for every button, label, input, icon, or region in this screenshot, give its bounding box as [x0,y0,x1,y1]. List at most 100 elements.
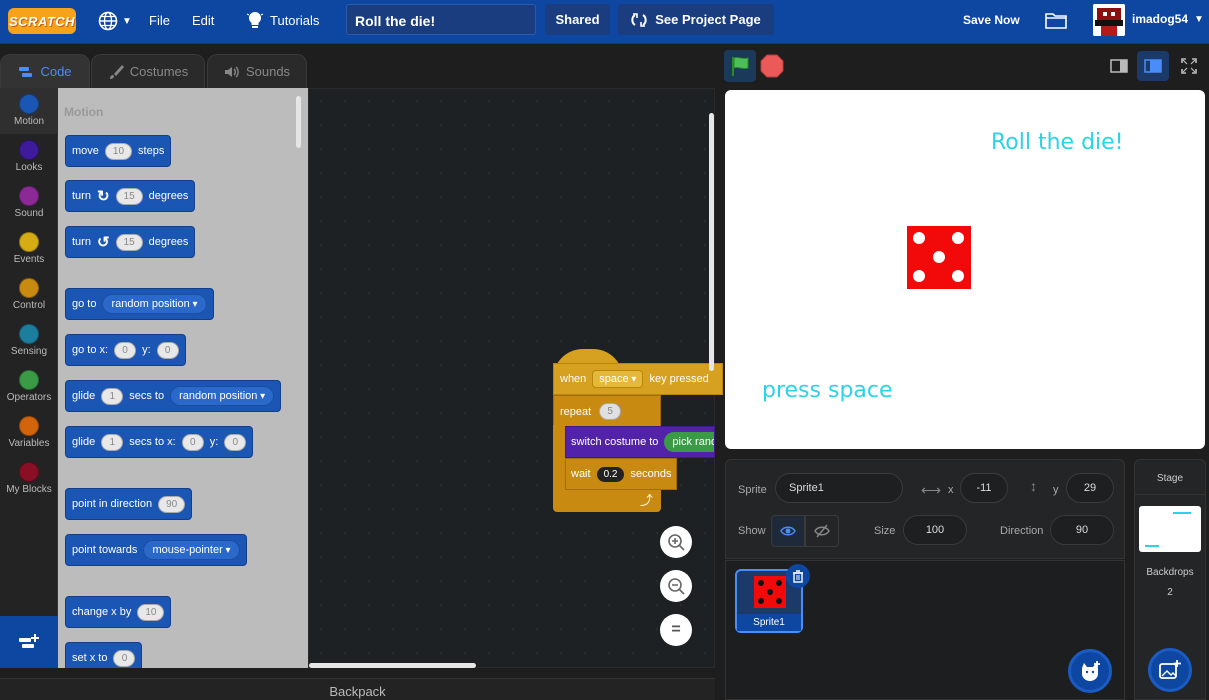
large-stage-button[interactable] [1137,51,1169,81]
green-flag-button[interactable] [724,50,756,82]
thumbnail-title-mark [1173,512,1191,514]
stage-panel-title: Stage [1156,473,1184,484]
die-sprite[interactable] [907,226,971,289]
cat-add-icon [1082,661,1100,681]
block-text: turn [72,236,91,248]
category-operators[interactable]: Operators [0,364,58,410]
block-set-x[interactable]: set x to 0 [65,642,143,668]
block-palette: Motion move 10 steps turn ↻ 15 degrees turn ↺ 1… [58,88,308,668]
category-control[interactable]: Control [0,272,58,318]
x-input[interactable]: -11 [960,473,1008,503]
block-turn-left[interactable]: turn ↺ 15 degrees [65,226,196,258]
block-wait[interactable]: wait 0.2 seconds [565,458,677,490]
block-input[interactable]: 0 [114,341,137,359]
tutorials-button[interactable]: Tutorials [246,10,319,30]
block-point-towards[interactable]: point towards mouse-pointer [65,534,247,566]
account-menu[interactable]: imadog54 ▼ [1132,12,1204,26]
block-input[interactable]: 90 [158,495,186,513]
delete-sprite-button[interactable] [786,564,810,588]
category-variables[interactable]: Variables [0,410,58,456]
block-dropdown[interactable]: random position [170,386,275,406]
zoom-in-button[interactable] [660,526,692,558]
repeat-loop-arrow-icon: ⤴ [553,490,661,512]
stage-thumbnail[interactable] [1139,506,1201,552]
code-workspace[interactable]: when space key pressed repeat 5 switch c… [308,88,723,668]
category-events[interactable]: Events [0,226,58,272]
block-go-to[interactable]: go to random position [65,288,214,320]
block-input[interactable]: 0 [156,341,179,359]
edit-menu[interactable]: Edit [192,13,214,28]
add-extension-button[interactable] [0,616,58,668]
language-menu[interactable]: ▼ [98,10,132,32]
block-input[interactable]: 0 [181,433,204,451]
sprite-name-input[interactable]: Sprite1 [775,473,903,503]
size-input[interactable]: 100 [903,515,967,545]
scratch-logo[interactable]: SCRATCH [8,8,76,34]
palette-scrollbar[interactable] [296,96,301,148]
block-go-to-xy[interactable]: go to x: 0 y: 0 [65,334,186,366]
key-dropdown[interactable]: space [592,370,644,388]
tab-code[interactable]: Code [0,54,90,88]
add-backdrop-button[interactable] [1148,648,1192,692]
category-looks[interactable]: Looks [0,134,58,180]
block-input[interactable]: 0.2 [596,466,625,482]
see-project-page-button[interactable]: See Project Page [618,4,774,35]
workspace-horizontal-scrollbar[interactable] [309,663,476,668]
stop-button[interactable] [760,54,784,81]
y-input[interactable]: 29 [1066,473,1114,503]
shared-button[interactable]: Shared [545,4,610,35]
backpack-bar[interactable]: Backpack [0,678,715,700]
block-input[interactable]: 1 [101,433,124,451]
show-hidden-button[interactable] [805,515,839,547]
tab-sounds[interactable]: Sounds [207,54,307,88]
operators-dot-icon [19,370,39,390]
category-sensing[interactable]: Sensing [0,318,58,364]
block-input[interactable]: 0 [113,649,136,667]
category-motion[interactable]: Motion [0,88,58,134]
category-sound[interactable]: Sound [0,180,58,226]
block-input[interactable]: 15 [115,187,143,205]
see-project-page-label: See Project Page [655,12,761,27]
block-input[interactable]: 1 [101,387,124,405]
block-glide[interactable]: glide 1 secs to random position [65,380,282,412]
zoom-out-button[interactable] [660,570,692,602]
block-when-key-pressed[interactable]: when space key pressed [553,363,723,395]
block-input[interactable]: 10 [137,603,165,621]
block-glide-xy[interactable]: glide 1 secs to x: 0 y: 0 [65,426,254,458]
category-label: Control [12,300,46,311]
block-text: change x by [72,606,132,618]
workspace-vertical-scrollbar[interactable] [709,113,714,371]
block-switch-costume[interactable]: switch costume to pick rand [565,426,715,458]
save-now-button[interactable]: Save Now [963,13,1020,27]
die-thumbnail-icon [758,580,782,604]
block-input[interactable]: 15 [115,233,143,251]
show-visible-button[interactable] [771,515,805,547]
stage-canvas[interactable]: Roll the die! press space [725,90,1205,449]
block-repeat[interactable]: repeat 5 [553,395,661,427]
direction-input[interactable]: 90 [1050,515,1114,545]
block-turn-right[interactable]: turn ↻ 15 degrees [65,180,196,212]
block-dropdown[interactable]: random position [102,294,207,314]
file-menu[interactable]: File [149,13,170,28]
zoom-reset-button[interactable]: = [660,614,692,646]
my-stuff-folder-icon[interactable] [1045,11,1067,32]
block-change-x[interactable]: change x by 10 [65,596,172,628]
pick-random-operator[interactable]: pick rand [664,432,714,452]
block-input[interactable]: 5 [599,403,622,420]
block-text: glide [72,436,96,448]
block-input[interactable]: 0 [224,433,247,451]
project-title-input[interactable]: Roll the die! [346,4,536,35]
block-dropdown[interactable]: mouse-pointer [143,540,240,560]
avatar[interactable] [1093,4,1125,36]
category-my-blocks[interactable]: My Blocks [0,456,58,502]
menu-bar: SCRATCH ▼ File Edit Tutorials Roll the d… [0,0,1209,44]
block-point-in-direction[interactable]: point in direction 90 [65,488,193,520]
tab-costumes[interactable]: Costumes [91,54,205,88]
small-stage-button[interactable] [1103,51,1135,81]
fullscreen-button[interactable] [1175,51,1203,81]
motion-dot-icon [19,94,39,114]
block-input[interactable]: 10 [104,142,133,160]
block-move[interactable]: move 10 steps [65,135,172,167]
add-sprite-button[interactable] [1068,649,1112,693]
block-text: repeat [560,405,592,418]
